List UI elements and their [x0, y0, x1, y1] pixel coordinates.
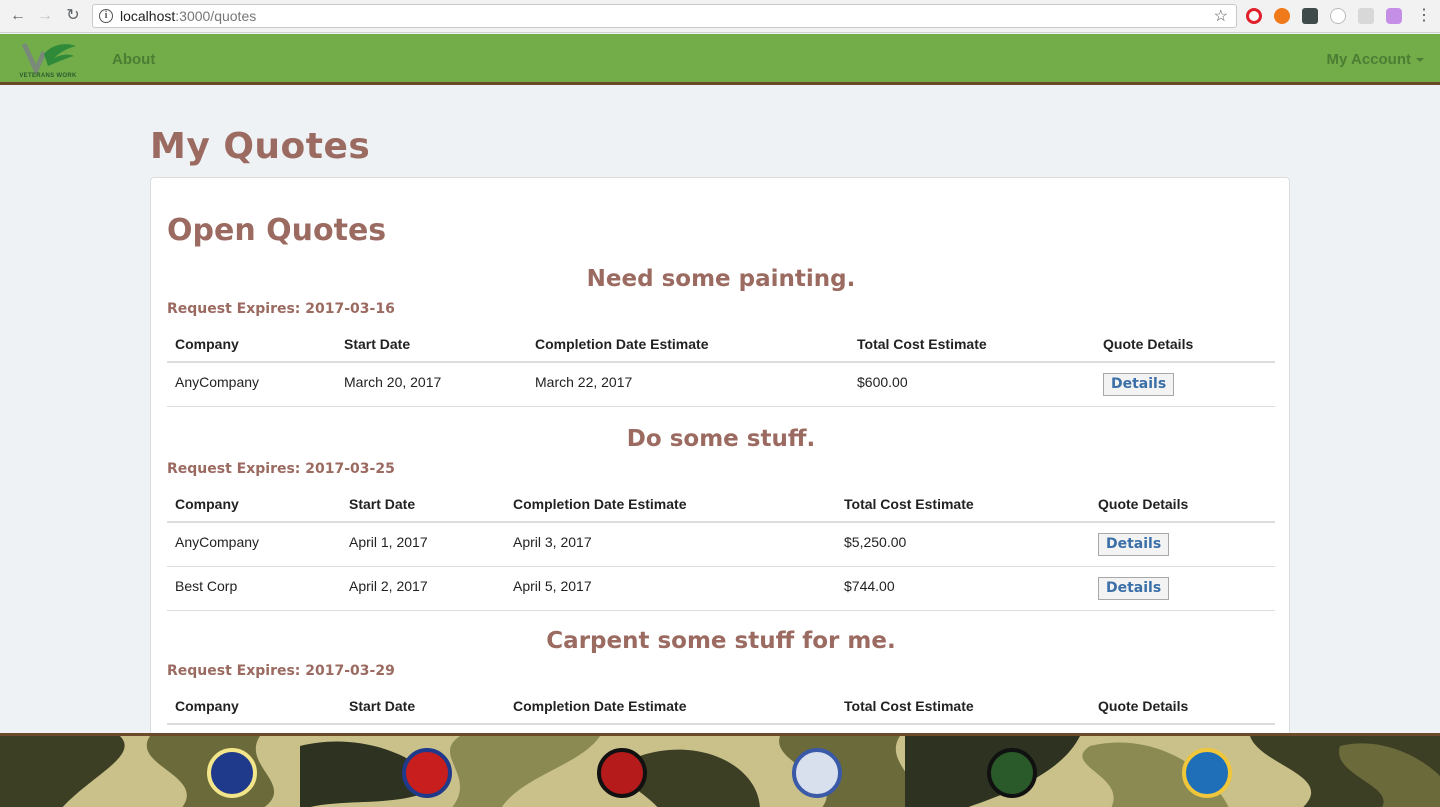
- column-header: Completion Date Estimate: [505, 697, 836, 725]
- column-header: Company: [167, 697, 341, 725]
- expires-date: 2017-03-16: [305, 301, 395, 317]
- cell-start: April 1, 2017: [341, 522, 505, 567]
- cell-cost: $5,250.00: [836, 522, 1090, 567]
- cell-start: March 20, 2017: [336, 362, 527, 407]
- army-seal-icon: [987, 748, 1037, 798]
- column-header: Company: [167, 335, 336, 363]
- column-header: Quote Details: [1090, 697, 1275, 725]
- veterans-work-logo[interactable]: VETERANS WORK: [14, 40, 82, 80]
- cell-details: Details: [1090, 566, 1275, 611]
- cell-company: AnyCompany: [167, 522, 341, 567]
- column-header: Quote Details: [1090, 495, 1275, 523]
- navy-seal-icon: [792, 748, 842, 798]
- table-header-row: Company Start Date Completion Date Estimat…: [167, 335, 1275, 363]
- column-header: Company: [167, 495, 341, 523]
- quotes-table: Company Start Date Completion Date Estimat…: [167, 335, 1275, 407]
- coast-guard-seal-icon: [1182, 748, 1232, 798]
- table-header-row: Company Start Date Completion Date Estimat…: [167, 697, 1275, 725]
- table-row: AnyCompany April 1, 2017 April 3, 2017 $5,2…: [167, 522, 1275, 567]
- air-force-seal-icon: [207, 748, 257, 798]
- request-expires: Request Expires: 2017-03-29: [167, 662, 1275, 680]
- info-icon[interactable]: i: [99, 9, 113, 23]
- browser-menu-icon[interactable]: ⋮: [1416, 6, 1432, 26]
- address-bar[interactable]: i localhost:3000/quotes ☆: [92, 4, 1237, 28]
- column-header: Total Cost Estimate: [836, 495, 1090, 523]
- request-expires: Request Expires: 2017-03-25: [167, 460, 1275, 478]
- column-header: Quote Details: [1095, 335, 1275, 363]
- url-path: :3000/quotes: [175, 8, 257, 24]
- expires-label: Request Expires:: [167, 663, 301, 679]
- camo-footer: [0, 733, 1440, 807]
- quote-title: Do some stuff.: [626, 426, 816, 452]
- quotes-table: Company Start Date Completion Date Estimat…: [167, 697, 1275, 725]
- table-header-row: Company Start Date Completion Date Estimat…: [167, 495, 1275, 523]
- cell-company: AnyCompany: [167, 362, 336, 407]
- nav-about-link[interactable]: About: [112, 50, 155, 69]
- quote-title: Carpent some stuff for me.: [546, 628, 896, 654]
- url-text: localhost:3000/quotes: [120, 8, 256, 25]
- opera-extension-icon[interactable]: [1246, 8, 1262, 24]
- quote-section: Do some stuff. Request Expires: 2017-03-2…: [167, 424, 1275, 611]
- table-row: AnyCompany March 20, 2017 March 22, 2017 $6…: [167, 362, 1275, 407]
- cell-completion: April 3, 2017: [505, 522, 836, 567]
- grid-extension-icon[interactable]: [1358, 8, 1374, 24]
- cell-details: Details: [1090, 522, 1275, 567]
- column-header: Total Cost Estimate: [849, 335, 1095, 363]
- marine-corps-seal-icon: [597, 748, 647, 798]
- browser-toolbar: ← → ↻ i localhost:3000/quotes ☆ ⋮: [0, 0, 1440, 33]
- expires-label: Request Expires:: [167, 461, 301, 477]
- national-guard-seal-icon: [402, 748, 452, 798]
- section-title: Open Quotes: [167, 213, 387, 248]
- column-header: Total Cost Estimate: [836, 697, 1090, 725]
- back-icon[interactable]: ←: [8, 6, 28, 26]
- page-title: My Quotes: [150, 126, 371, 167]
- column-header: Start Date: [341, 495, 505, 523]
- bookmark-star-icon[interactable]: ☆: [1214, 6, 1228, 26]
- expires-label: Request Expires:: [167, 301, 301, 317]
- orange-extension-icon[interactable]: [1274, 8, 1290, 24]
- column-header: Completion Date Estimate: [505, 495, 836, 523]
- cell-completion: April 5, 2017: [505, 566, 836, 611]
- details-button[interactable]: Details: [1103, 373, 1175, 396]
- column-header: Completion Date Estimate: [527, 335, 849, 363]
- table-row: Best Corp April 2, 2017 April 5, 2017 $744.…: [167, 566, 1275, 611]
- forward-icon[interactable]: →: [35, 6, 55, 26]
- expires-date: 2017-03-29: [305, 663, 395, 679]
- puzzle-extension-icon[interactable]: [1302, 8, 1318, 24]
- my-account-dropdown[interactable]: My Account: [1327, 50, 1424, 69]
- quote-title: Need some painting.: [586, 266, 856, 292]
- quotes-panel: Open Quotes Need some painting. Request E…: [150, 177, 1290, 777]
- reload-icon[interactable]: ↻: [63, 6, 83, 26]
- cell-cost: $744.00: [836, 566, 1090, 611]
- cell-details: Details: [1095, 362, 1275, 407]
- quote-section: Need some painting. Request Expires: 2017…: [167, 264, 1275, 407]
- cell-completion: March 22, 2017: [527, 362, 849, 407]
- pen-extension-icon[interactable]: [1386, 8, 1402, 24]
- details-button[interactable]: Details: [1098, 533, 1170, 556]
- cell-cost: $600.00: [849, 362, 1095, 407]
- quote-section: Carpent some stuff for me. Request Expire…: [167, 626, 1275, 725]
- quotes-table: Company Start Date Completion Date Estimat…: [167, 495, 1275, 611]
- app-navbar: VETERANS WORK About My Account: [0, 34, 1440, 85]
- logo-wings-icon: [21, 42, 76, 77]
- cell-company: Best Corp: [167, 566, 341, 611]
- column-header: Start Date: [341, 697, 505, 725]
- my-account-label: My Account: [1326, 51, 1411, 68]
- column-header: Start Date: [336, 335, 527, 363]
- logo-text: VETERANS WORK: [19, 73, 77, 79]
- caret-down-icon: [1416, 58, 1424, 63]
- request-expires: Request Expires: 2017-03-16: [167, 300, 1275, 318]
- url-host: localhost: [120, 8, 176, 24]
- details-button[interactable]: Details: [1098, 577, 1170, 600]
- cell-start: April 2, 2017: [341, 566, 505, 611]
- expires-date: 2017-03-25: [305, 461, 395, 477]
- circle-extension-icon[interactable]: [1330, 8, 1346, 24]
